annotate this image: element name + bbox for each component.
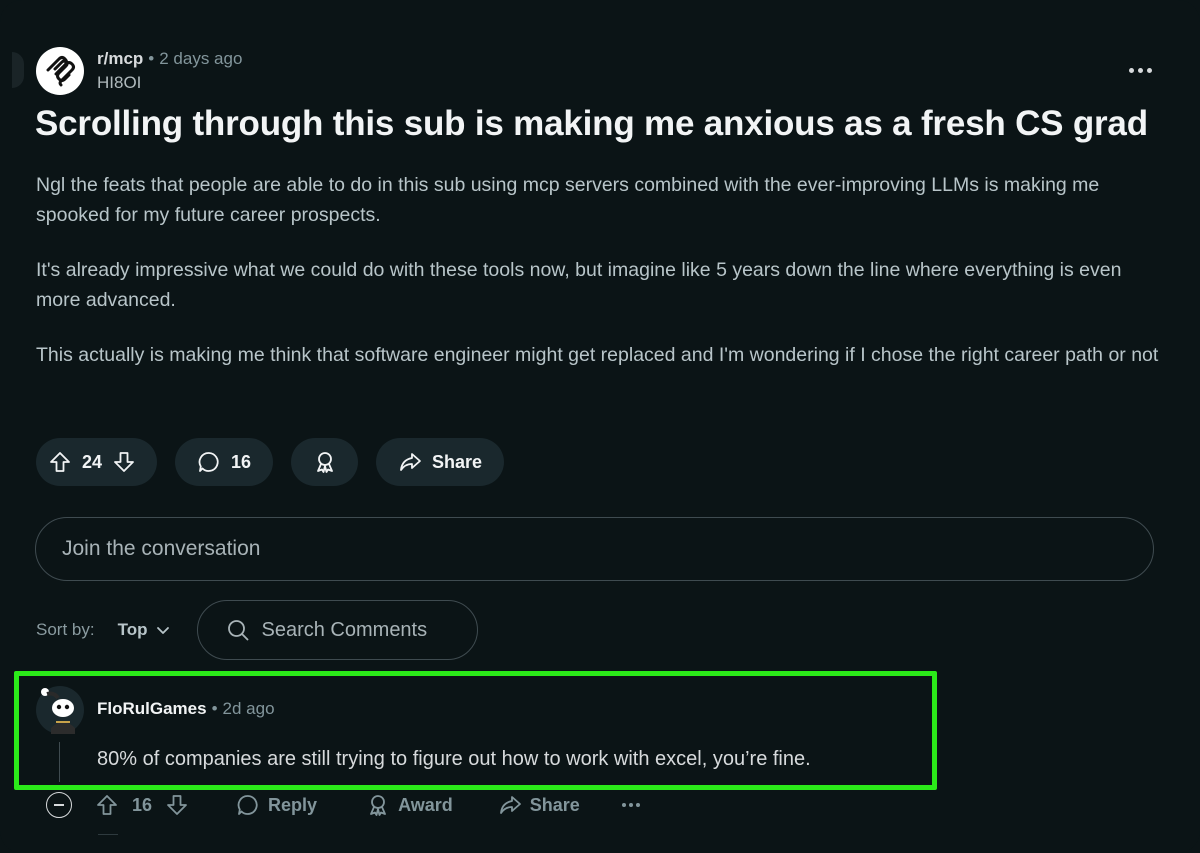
share-arrow-icon (499, 796, 521, 814)
reply-thread-stub (98, 834, 118, 835)
more-dot-icon (1128, 67, 1134, 73)
award-icon (316, 452, 333, 473)
left-edge-tab (12, 52, 24, 88)
upvote-icon[interactable] (48, 450, 72, 474)
share-label: Share (431, 451, 482, 472)
thread-line[interactable] (59, 742, 60, 782)
meta-separator: • (148, 49, 155, 68)
vote-count: 24 (82, 451, 103, 472)
reply-button[interactable]: Reply (236, 793, 317, 817)
comment-more-options-button[interactable] (621, 803, 640, 807)
post-paragraph: It's already impressive what we could do… (36, 259, 1122, 311)
comment-bubble-icon (198, 452, 219, 472)
sort-dropdown[interactable]: Top (118, 620, 170, 640)
chevron-down-icon (156, 627, 169, 634)
more-dot-icon (635, 803, 640, 807)
comment-share-button[interactable]: Share (498, 793, 580, 817)
post-time: 2 days ago (159, 49, 243, 68)
sort-label: Sort by: (36, 620, 95, 639)
comment-share-label: Share (529, 794, 580, 815)
sort-value: Top (117, 620, 148, 639)
search-icon (227, 620, 248, 641)
downvote-icon[interactable] (165, 793, 189, 817)
post-header: r/mcp • 2 days ago HI8OI (36, 46, 242, 96)
snoo-avatar-icon (36, 686, 84, 734)
post-page: r/mcp • 2 days ago HI8OI Scrolling through… (0, 0, 1200, 853)
award-button[interactable] (291, 438, 358, 486)
vote-control: 24 (36, 438, 157, 486)
award-icon (370, 795, 386, 816)
comment-author[interactable]: FloRulGames (97, 699, 207, 718)
minus-icon (54, 804, 64, 806)
meta-separator: • (211, 699, 218, 718)
comment-meta: FloRulGames • 2d ago (97, 698, 275, 720)
more-dot-icon (621, 803, 626, 807)
share-arrow-icon (400, 453, 421, 471)
reply-label: Reply (268, 794, 318, 815)
award-label: Award (398, 794, 453, 815)
more-dot-icon (1146, 67, 1152, 73)
search-placeholder: Search Comments (261, 618, 428, 641)
comment-time: 2d ago (222, 699, 275, 718)
search-comments-input[interactable]: Search Comments (196, 600, 478, 660)
more-dot-icon (628, 803, 633, 807)
post-paragraph: This actually is making me think that so… (36, 344, 1159, 366)
post-title: Scrolling through this sub is making me … (35, 104, 1148, 143)
comments-button[interactable]: 16 (175, 438, 273, 486)
comment-count: 16 (230, 451, 251, 472)
post-paragraph: Ngl the feats that people are able to do… (36, 174, 1100, 226)
comment-vote-count: 16 (132, 794, 153, 815)
join-conversation-input[interactable]: Join the conversation (35, 517, 1154, 581)
post-author[interactable]: HI8OI (97, 72, 242, 94)
post-more-options-button[interactable] (1126, 62, 1154, 78)
collapse-thread-button[interactable] (46, 792, 72, 818)
comment-author-avatar[interactable] (36, 686, 84, 734)
subreddit-avatar[interactable] (36, 47, 84, 95)
post-body: Ngl the feats that people are able to do… (36, 170, 1166, 395)
more-dot-icon (1137, 67, 1143, 73)
post-action-bar: 24 16 Share (36, 438, 504, 486)
mcp-logo-icon (46, 56, 75, 87)
comment-sort-row: Sort by: Top Search Comments (36, 600, 478, 660)
comment-vote-control: 16 (95, 793, 189, 817)
comment-award-button[interactable]: Award (366, 793, 453, 817)
comment-bubble-icon (237, 795, 258, 815)
share-button[interactable]: Share (376, 438, 504, 486)
downvote-icon[interactable] (112, 450, 136, 474)
upvote-icon[interactable] (95, 793, 119, 817)
comment-action-bar: 16 Reply Award Share (46, 788, 640, 822)
subreddit-name[interactable]: r/mcp (97, 49, 143, 68)
comment-text: 80% of companies are still trying to fig… (97, 748, 811, 770)
